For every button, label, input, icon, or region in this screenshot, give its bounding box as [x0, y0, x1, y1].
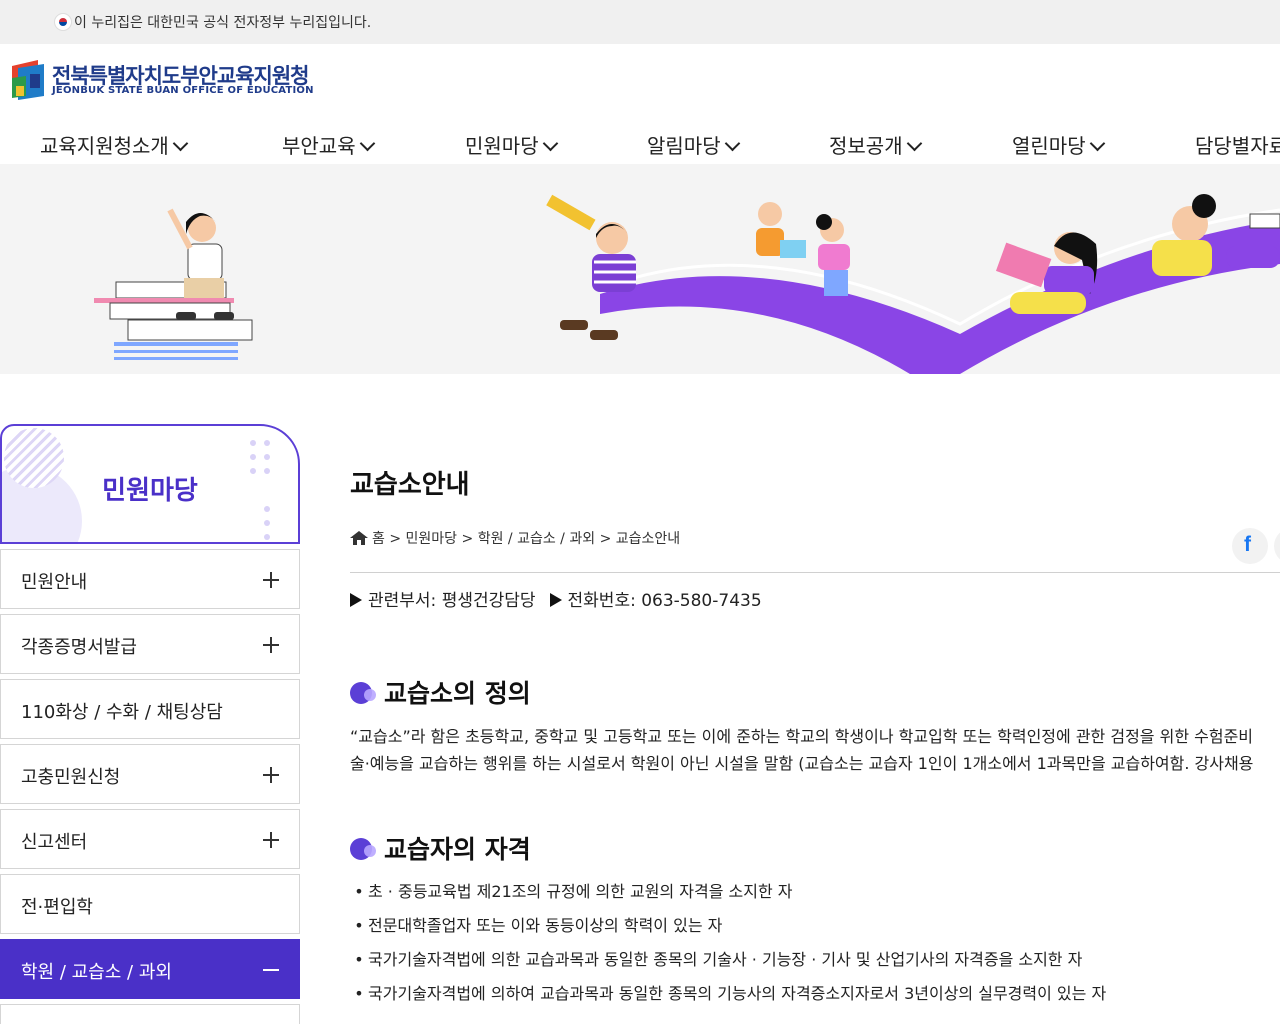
- plus-icon[interactable]: [263, 767, 279, 783]
- gnb-item-label: 열린마당: [1012, 134, 1086, 158]
- section-title-qualification: 교습자의 자격: [350, 830, 531, 866]
- lnb-subitem[interactable]: [0, 1004, 300, 1024]
- definition-line-1: “교습소”라 함은 초등학교, 중학교 및 고등학교 또는 이에 준하는 학교의…: [350, 727, 1254, 746]
- home-icon[interactable]: [350, 531, 368, 545]
- chevron-down-icon: [172, 135, 189, 152]
- list-item: 초 · 중등교육법 제21조의 규정에 의한 교원의 자격을 소지한 자: [350, 880, 1280, 914]
- children-reading-illustration: [94, 194, 1280, 374]
- lnb-header: 민원마당: [0, 424, 300, 544]
- phone-label: 전화번호: 063-580-7435: [567, 591, 762, 611]
- triangle-bullet-icon: [549, 593, 562, 607]
- plus-icon[interactable]: [263, 637, 279, 653]
- site-logo[interactable]: 전북특별자치도부안교육지원청 JEONBUK STATE BUAN OFFICE…: [8, 58, 328, 104]
- section-bullet-icon: [350, 838, 376, 860]
- lnb-item-label: 학원 / 교습소 / 과외: [21, 962, 172, 983]
- gnb-item-info-disclosure[interactable]: 정보공개: [829, 130, 922, 159]
- share-button[interactable]: [1274, 528, 1280, 564]
- gnb-item-notice[interactable]: 알림마당: [647, 130, 740, 159]
- education-office-logo-icon: [12, 60, 44, 100]
- gnb-item-label: 부안교육: [282, 134, 356, 158]
- plus-icon[interactable]: [263, 572, 279, 588]
- lnb-item-academy-tutoring[interactable]: 학원 / 교습소 / 과외: [0, 939, 300, 999]
- breadcrumb: 홈 > 민원마당 > 학원 / 교습소 / 과외 > 교습소안내: [350, 528, 680, 548]
- lnb-item-civil-guide[interactable]: 민원안내: [0, 549, 300, 609]
- definition-line-2: 술·예능을 교습하는 행위를 하는 시설로서 학원이 아닌 시설을 말함 (교습…: [350, 754, 1254, 773]
- gnb-item-dept-data[interactable]: 담당별자료: [1195, 130, 1280, 159]
- lnb-item-label: 전·편입학: [21, 897, 93, 918]
- gnb-item-open-forum[interactable]: 열린마당: [1012, 130, 1105, 159]
- chevron-down-icon: [1089, 135, 1105, 152]
- lnb-item-110-consult[interactable]: 110화상 / 수화 / 채팅상담: [0, 679, 300, 739]
- breadcrumb-civil-service[interactable]: 민원마당: [406, 531, 458, 547]
- chevron-down-icon: [724, 135, 740, 152]
- section-title-definition: 교습소의 정의: [350, 674, 531, 710]
- list-item: 전문대학졸업자 또는 이와 동등이상의 학력이 있는 자: [350, 914, 1280, 948]
- lnb-item-label: 각종증명서발급: [21, 637, 137, 658]
- lnb-item-label: 신고센터: [21, 832, 88, 853]
- lnb-item-transfer-admission[interactable]: 전·편입학: [0, 874, 300, 934]
- facebook-icon: f: [1244, 533, 1251, 556]
- lnb-item-label: 고충민원신청: [21, 767, 121, 788]
- list-item: 국가기술자격법에 의한 교습과목과 동일한 종목의 기술사 · 기능장 · 기사…: [350, 948, 1280, 982]
- logo-name-english: JEONBUK STATE BUAN OFFICE OF EDUCATION: [52, 85, 314, 96]
- global-navigation: 교육지원청소개 부안교육 민원마당 알림마당 정보공개 열린마당 담당별자료: [0, 124, 1280, 164]
- department-label: 관련부서: 평생건강담당: [368, 591, 536, 611]
- gnb-item-intro[interactable]: 교육지원청소개: [40, 130, 189, 159]
- breadcrumb-current: 교습소안내: [615, 531, 681, 547]
- department-info: 관련부서: 평생건강담당 전화번호: 063-580-7435: [350, 586, 762, 611]
- chevron-down-icon: [359, 135, 375, 152]
- title-divider: [350, 572, 1280, 573]
- lnb-item-certificates[interactable]: 각종증명서발급: [0, 614, 300, 674]
- breadcrumb-academy-tutoring[interactable]: 학원 / 교습소 / 과외: [478, 531, 595, 547]
- gnb-item-label: 알림마당: [647, 134, 721, 158]
- korea-flag-icon: [54, 13, 72, 31]
- minus-icon[interactable]: [263, 969, 279, 971]
- gov-notice-text: 이 누리집은 대한민국 공식 전자정부 누리집입니다.: [74, 15, 372, 31]
- gnb-item-label: 교육지원청소개: [40, 134, 169, 158]
- lnb-item-report-center[interactable]: 신고센터: [0, 809, 300, 869]
- chevron-down-icon: [542, 135, 558, 152]
- gnb-item-civil-service[interactable]: 민원마당: [465, 130, 558, 159]
- lnb-item-label: 민원안내: [21, 572, 88, 593]
- gnb-item-buan-education[interactable]: 부안교육: [282, 130, 375, 159]
- chevron-down-icon: [906, 135, 922, 152]
- page-title: 교습소안내: [350, 470, 470, 500]
- gov-notice-bar: 이 누리집은 대한민국 공식 전자정부 누리집입니다.: [0, 0, 1280, 44]
- lnb-item-grievance[interactable]: 고충민원신청: [0, 744, 300, 804]
- gnb-item-label: 정보공개: [829, 134, 903, 158]
- list-item: 국가기술자격법에 의하여 교습과목과 동일한 종목의 기능사의 자격증소지자로서…: [350, 982, 1280, 1016]
- qualification-list: 초 · 중등교육법 제21조의 규정에 의한 교원의 자격을 소지한 자 전문대…: [350, 880, 1280, 1016]
- breadcrumb-home[interactable]: 홈: [372, 531, 385, 547]
- facebook-share-button[interactable]: f: [1232, 528, 1268, 564]
- gnb-item-label: 민원마당: [465, 134, 539, 158]
- lnb-title: 민원마당: [102, 476, 198, 506]
- section-bullet-icon: [350, 682, 376, 704]
- triangle-bullet-icon: [350, 593, 362, 607]
- gnb-item-label: 담당별자료: [1195, 134, 1280, 158]
- lnb-item-label: 110화상 / 수화 / 채팅상담: [21, 702, 223, 723]
- plus-icon[interactable]: [263, 832, 279, 848]
- sub-visual-banner: [0, 164, 1280, 374]
